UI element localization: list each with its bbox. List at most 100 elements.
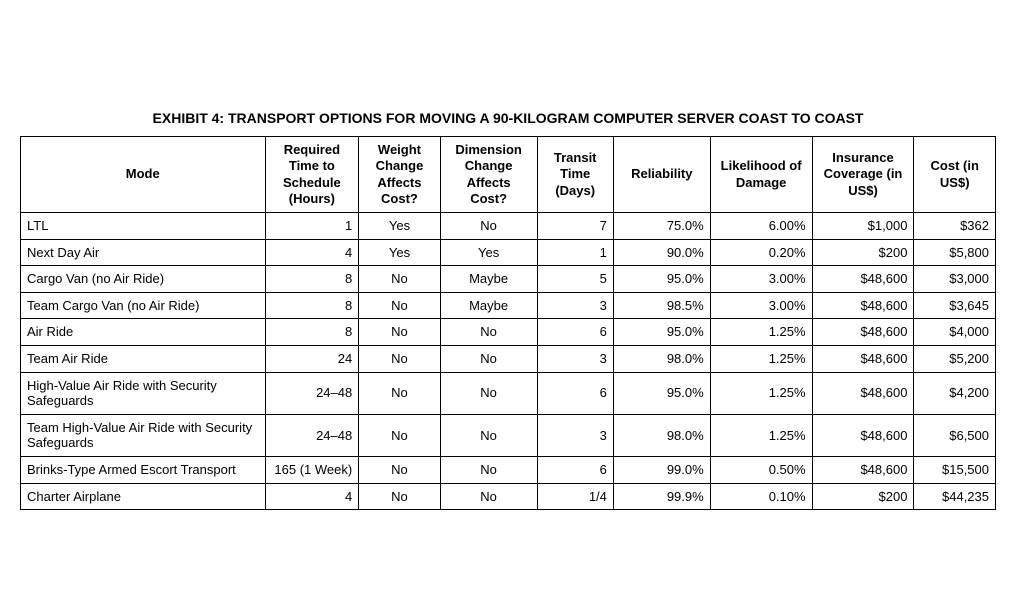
cell-mode: Team High-Value Air Ride with Security S… <box>21 414 266 456</box>
header-row: Mode Required Time to Schedule (Hours) W… <box>21 137 996 213</box>
cell-reliability: 75.0% <box>613 213 710 240</box>
cell-dimension-change: No <box>440 483 537 510</box>
cell-reliability: 99.0% <box>613 456 710 483</box>
table-row: Next Day Air4YesYes190.0%0.20%$200$5,800 <box>21 239 996 266</box>
cell-likelihood-damage: 3.00% <box>710 292 812 319</box>
cell-required-time: 165 (1 Week) <box>265 456 359 483</box>
cell-transit-time: 6 <box>537 319 613 346</box>
cell-dimension-change: No <box>440 345 537 372</box>
cell-transit-time: 3 <box>537 414 613 456</box>
cell-dimension-change: Yes <box>440 239 537 266</box>
cell-reliability: 95.0% <box>613 319 710 346</box>
cell-transit-time: 1/4 <box>537 483 613 510</box>
cell-mode: Team Cargo Van (no Air Ride) <box>21 292 266 319</box>
cell-reliability: 95.0% <box>613 266 710 293</box>
col-dimension-change: Dimension Change Affects Cost? <box>440 137 537 213</box>
cell-reliability: 98.5% <box>613 292 710 319</box>
col-likelihood-damage: Likelihood of Damage <box>710 137 812 213</box>
cell-likelihood-damage: 1.25% <box>710 345 812 372</box>
table-row: Brinks-Type Armed Escort Transport165 (1… <box>21 456 996 483</box>
cell-likelihood-damage: 0.10% <box>710 483 812 510</box>
cell-likelihood-damage: 6.00% <box>710 213 812 240</box>
exhibit-page: EXHIBIT 4: TRANSPORT OPTIONS FOR MOVING … <box>0 0 1016 530</box>
cell-cost: $5,200 <box>914 345 996 372</box>
table-row: Air Ride8NoNo695.0%1.25%$48,600$4,000 <box>21 319 996 346</box>
cell-insurance: $48,600 <box>812 414 914 456</box>
cell-weight-change: No <box>359 266 441 293</box>
cell-transit-time: 3 <box>537 292 613 319</box>
cell-required-time: 24–48 <box>265 414 359 456</box>
cell-cost: $3,645 <box>914 292 996 319</box>
table-row: High-Value Air Ride with Security Safegu… <box>21 372 996 414</box>
table-row: Cargo Van (no Air Ride)8NoMaybe595.0%3.0… <box>21 266 996 293</box>
cell-insurance: $48,600 <box>812 456 914 483</box>
cell-weight-change: Yes <box>359 239 441 266</box>
cell-reliability: 90.0% <box>613 239 710 266</box>
cell-required-time: 8 <box>265 319 359 346</box>
cell-transit-time: 1 <box>537 239 613 266</box>
col-required-time: Required Time to Schedule (Hours) <box>265 137 359 213</box>
cell-cost: $15,500 <box>914 456 996 483</box>
cell-cost: $6,500 <box>914 414 996 456</box>
cell-cost: $5,800 <box>914 239 996 266</box>
cell-mode: Brinks-Type Armed Escort Transport <box>21 456 266 483</box>
table-body: LTL1YesNo775.0%6.00%$1,000$362Next Day A… <box>21 213 996 510</box>
cell-required-time: 8 <box>265 266 359 293</box>
cell-mode: Team Air Ride <box>21 345 266 372</box>
cell-reliability: 98.0% <box>613 414 710 456</box>
cell-insurance: $48,600 <box>812 319 914 346</box>
cell-mode: Next Day Air <box>21 239 266 266</box>
table-row: Team Air Ride24NoNo398.0%1.25%$48,600$5,… <box>21 345 996 372</box>
cell-insurance: $48,600 <box>812 292 914 319</box>
cell-transit-time: 7 <box>537 213 613 240</box>
cell-mode: High-Value Air Ride with Security Safegu… <box>21 372 266 414</box>
cell-dimension-change: No <box>440 213 537 240</box>
cell-weight-change: No <box>359 483 441 510</box>
cell-likelihood-damage: 0.20% <box>710 239 812 266</box>
cell-reliability: 99.9% <box>613 483 710 510</box>
table-row: Charter Airplane4NoNo1/499.9%0.10%$200$4… <box>21 483 996 510</box>
cell-cost: $4,200 <box>914 372 996 414</box>
table-row: Team High-Value Air Ride with Security S… <box>21 414 996 456</box>
cell-required-time: 1 <box>265 213 359 240</box>
cell-dimension-change: No <box>440 372 537 414</box>
cell-weight-change: No <box>359 414 441 456</box>
cell-required-time: 24–48 <box>265 372 359 414</box>
cell-likelihood-damage: 1.25% <box>710 319 812 346</box>
col-cost: Cost (in US$) <box>914 137 996 213</box>
cell-required-time: 4 <box>265 239 359 266</box>
cell-reliability: 98.0% <box>613 345 710 372</box>
cell-reliability: 95.0% <box>613 372 710 414</box>
cell-dimension-change: No <box>440 414 537 456</box>
cell-insurance: $48,600 <box>812 372 914 414</box>
cell-insurance: $200 <box>812 239 914 266</box>
cell-dimension-change: Maybe <box>440 266 537 293</box>
cell-transit-time: 5 <box>537 266 613 293</box>
cell-mode: Air Ride <box>21 319 266 346</box>
exhibit-title: EXHIBIT 4: TRANSPORT OPTIONS FOR MOVING … <box>20 110 996 126</box>
cell-likelihood-damage: 1.25% <box>710 414 812 456</box>
cell-weight-change: No <box>359 319 441 346</box>
cell-likelihood-damage: 1.25% <box>710 372 812 414</box>
cell-likelihood-damage: 0.50% <box>710 456 812 483</box>
cell-mode: LTL <box>21 213 266 240</box>
cell-cost: $3,000 <box>914 266 996 293</box>
col-weight-change: Weight Change Affects Cost? <box>359 137 441 213</box>
cell-mode: Cargo Van (no Air Ride) <box>21 266 266 293</box>
cell-required-time: 8 <box>265 292 359 319</box>
cell-cost: $44,235 <box>914 483 996 510</box>
col-mode: Mode <box>21 137 266 213</box>
cell-required-time: 24 <box>265 345 359 372</box>
cell-cost: $4,000 <box>914 319 996 346</box>
cell-dimension-change: Maybe <box>440 292 537 319</box>
cell-weight-change: Yes <box>359 213 441 240</box>
cell-mode: Charter Airplane <box>21 483 266 510</box>
cell-weight-change: No <box>359 292 441 319</box>
cell-weight-change: No <box>359 456 441 483</box>
col-insurance: Insurance Coverage (in US$) <box>812 137 914 213</box>
cell-cost: $362 <box>914 213 996 240</box>
cell-weight-change: No <box>359 372 441 414</box>
cell-transit-time: 6 <box>537 456 613 483</box>
cell-insurance: $1,000 <box>812 213 914 240</box>
cell-weight-change: No <box>359 345 441 372</box>
